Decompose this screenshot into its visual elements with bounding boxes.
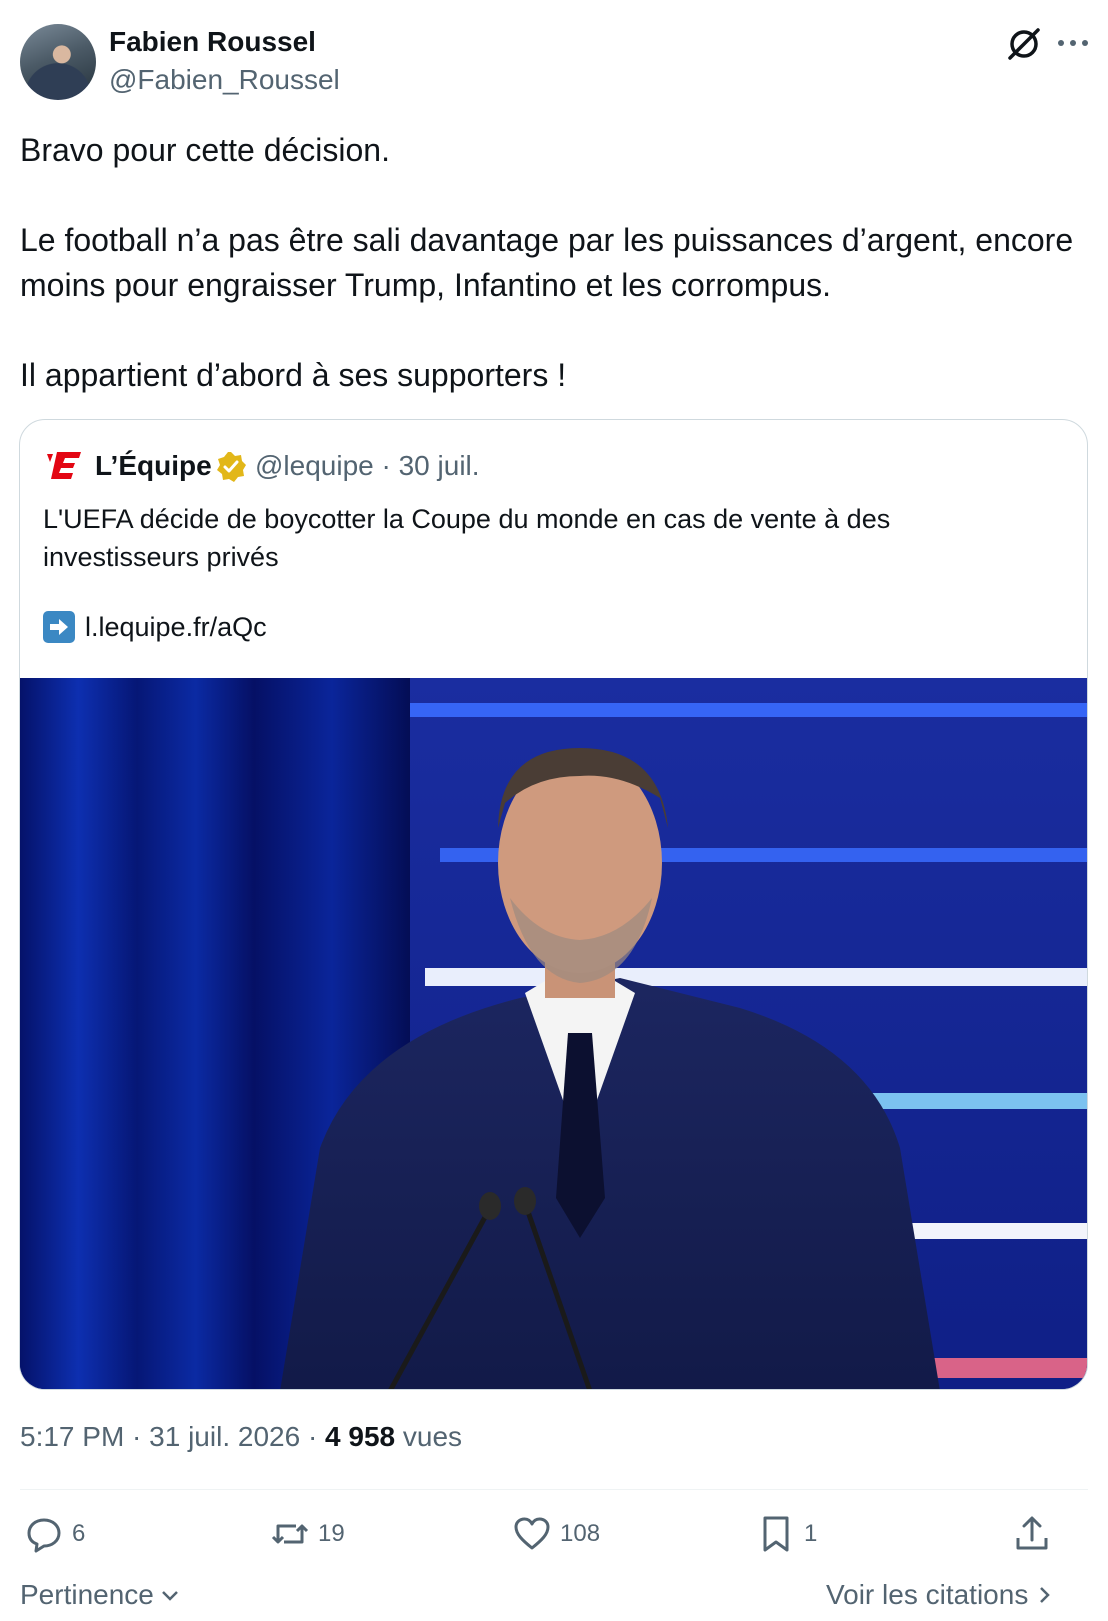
tweet-text: Bravo pour cette décision. Le football n…: [20, 128, 1080, 398]
chevron-right-icon: [1040, 1587, 1051, 1603]
author-avatar[interactable]: [20, 24, 96, 100]
more-icon[interactable]: [1055, 30, 1091, 56]
verified-badge-icon: [217, 452, 246, 482]
author-handle[interactable]: @Fabien_Roussel: [109, 64, 340, 96]
share-button[interactable]: [1012, 1512, 1052, 1556]
reply-button[interactable]: 6: [24, 1512, 85, 1556]
views-label: vues: [395, 1421, 463, 1452]
right-arrow-icon: [43, 611, 75, 643]
quoted-handle-date[interactable]: @lequipe · 30 juil.: [255, 450, 480, 482]
quoted-text: L'UEFA décide de boycotter la Coupe du m…: [43, 504, 891, 572]
tweet-paragraph: Bravo pour cette décision.: [20, 132, 390, 168]
bookmark-count: 1: [804, 1520, 818, 1547]
bookmark-button[interactable]: 1: [756, 1512, 817, 1556]
like-count: 108: [560, 1520, 601, 1547]
tweet-meta: 5:17 PM · 31 juil. 2026 · 4 958 vues: [20, 1421, 462, 1453]
heart-icon: [514, 1517, 550, 1550]
divider: [20, 1489, 1088, 1490]
grok-icon[interactable]: [1004, 24, 1044, 64]
repost-button[interactable]: 19: [270, 1512, 345, 1556]
quoted-author-name[interactable]: L’Équipe: [95, 450, 212, 482]
tweet-paragraph: Il appartient d’abord à ses supporters !: [20, 357, 567, 393]
chevron-down-icon: [161, 1591, 178, 1601]
quoted-tweet-card[interactable]: L’Équipe @lequipe · 30 juil. L'UEFA déci…: [19, 419, 1088, 1390]
tweet-paragraph: Le football n’a pas être sali davantage …: [20, 222, 1074, 303]
tweet-timestamp[interactable]: 5:17 PM · 31 juil. 2026 ·: [20, 1421, 325, 1452]
reply-icon: [27, 1518, 61, 1553]
like-button[interactable]: 108: [512, 1512, 600, 1556]
quoted-link[interactable]: l.lequipe.fr/aQc: [85, 612, 267, 643]
sort-label: Pertinence: [20, 1579, 154, 1610]
quoted-link-row[interactable]: l.lequipe.fr/aQc: [43, 611, 267, 643]
sort-dropdown[interactable]: Pertinence: [20, 1579, 180, 1611]
reply-count: 6: [72, 1520, 86, 1547]
author-name[interactable]: Fabien Roussel: [109, 26, 316, 58]
quoted-photo[interactable]: [20, 678, 1088, 1390]
lequipe-logo-icon: [47, 452, 81, 479]
view-quotes-label: Voir les citations: [826, 1579, 1029, 1610]
bookmark-icon: [763, 1516, 789, 1552]
repost-icon: [271, 1524, 309, 1544]
share-icon: [1016, 1516, 1048, 1550]
views-count: 4 958: [325, 1421, 396, 1452]
view-quotes-link[interactable]: Voir les citations: [826, 1579, 1054, 1611]
repost-count: 19: [318, 1520, 345, 1547]
